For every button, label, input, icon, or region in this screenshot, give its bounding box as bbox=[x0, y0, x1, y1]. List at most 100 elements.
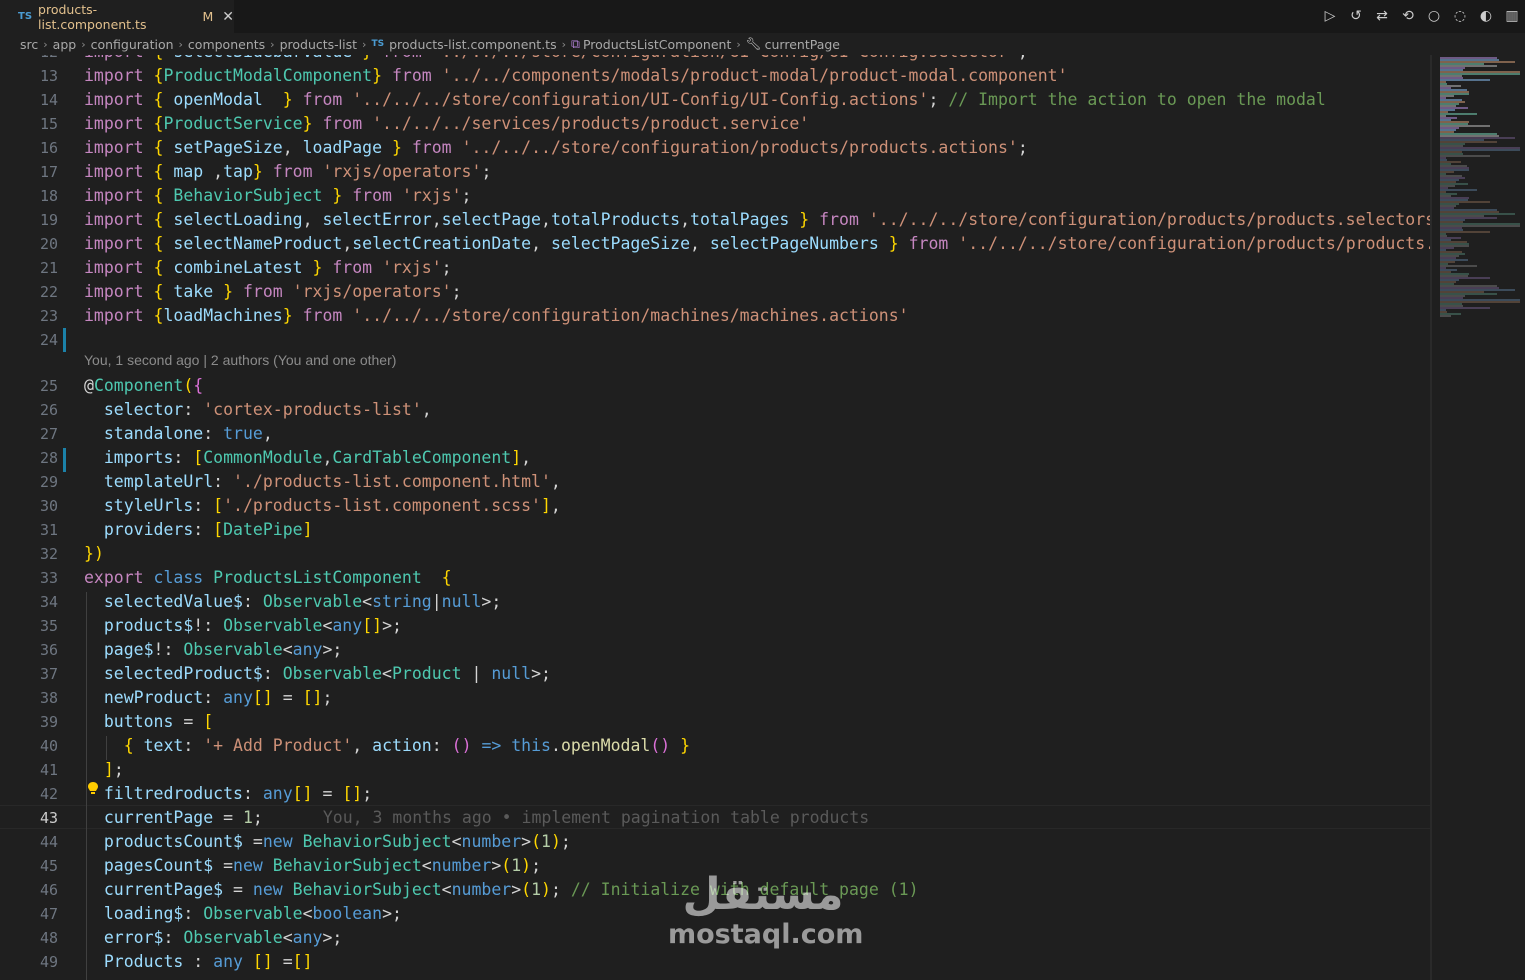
line-number: 48 bbox=[39, 929, 58, 947]
minimap-line bbox=[1440, 231, 1490, 233]
code-line[interactable]: 38 newProduct: any[] = []; bbox=[0, 686, 1432, 710]
line-number: 30 bbox=[39, 497, 58, 515]
chevron-right-icon: › bbox=[736, 37, 741, 51]
code-editor[interactable]: You, 1 second ago | 2 authors (You and o… bbox=[0, 55, 1432, 980]
line-number: 33 bbox=[39, 569, 58, 587]
close-tab-icon[interactable]: ✕ bbox=[222, 9, 234, 25]
line-number: 23 bbox=[39, 307, 58, 325]
code-text: standalone: true, bbox=[103, 424, 273, 443]
line-number: 21 bbox=[39, 259, 58, 277]
code-line[interactable]: 42 filtredroducts: any[] = []; bbox=[0, 782, 1432, 806]
tab-filename: products-list.component.ts bbox=[38, 1, 147, 32]
breadcrumb-class[interactable]: ProductsListComponent bbox=[583, 37, 731, 52]
code-line[interactable]: 22 import { take } from 'rxjs/operators'; bbox=[0, 280, 1432, 304]
code-line[interactable]: 15 import {ProductService} from '../../..… bbox=[0, 112, 1432, 136]
code-text: buttons = [ bbox=[103, 712, 214, 731]
code-text: @Component({ bbox=[84, 376, 204, 395]
code-line[interactable]: 27 standalone: true, bbox=[0, 422, 1432, 446]
code-line[interactable]: 26 selector: 'cortex-products-list', bbox=[0, 398, 1432, 422]
code-line[interactable]: 16 import { setPageSize, loadPage } from … bbox=[0, 136, 1432, 160]
code-text: { text: '+ Add Product', action: () => t… bbox=[123, 736, 691, 755]
code-line[interactable]: 43 currentPage = 1; You, 3 months ago • i… bbox=[0, 806, 1432, 830]
git-lens-icon[interactable]: ◐ bbox=[1477, 7, 1495, 25]
code-text: }) bbox=[84, 544, 104, 563]
timeline-icon[interactable]: ↺ bbox=[1347, 7, 1365, 25]
code-text: import {loadMachines} from '../../../sto… bbox=[84, 306, 909, 325]
code-line[interactable]: 40 { text: '+ Add Product', action: () =… bbox=[0, 734, 1432, 758]
code-line[interactable]: 36 page$!: Observable<any>; bbox=[0, 638, 1432, 662]
line-number: 45 bbox=[39, 857, 58, 875]
chevron-right-icon: › bbox=[81, 37, 86, 51]
line-number: 25 bbox=[39, 377, 58, 395]
line-number: 40 bbox=[39, 737, 58, 755]
editor-actions: ▷ ↺ ⇄ ⟲ ○ ◌ ◐ ▥ bbox=[1321, 7, 1521, 25]
run-icon[interactable]: ▷ bbox=[1321, 7, 1339, 25]
code-line[interactable]: 25 @Component({ bbox=[0, 374, 1432, 398]
breadcrumb-member[interactable]: currentPage bbox=[765, 37, 840, 52]
chevron-right-icon: › bbox=[43, 37, 48, 51]
breadcrumb-components[interactable]: components bbox=[188, 37, 265, 52]
line-number: 34 bbox=[39, 593, 58, 611]
code-line[interactable]: 12 import { selectSidebarValue } from '..… bbox=[0, 55, 1432, 64]
code-line[interactable]: 30 styleUrls: ['./products-list.componen… bbox=[0, 494, 1432, 518]
code-line[interactable]: 44 productsCount$ =new BehaviorSubject<n… bbox=[0, 830, 1432, 854]
line-number: 46 bbox=[39, 881, 58, 899]
code-line[interactable]: 39 buttons = [ bbox=[0, 710, 1432, 734]
chevron-right-icon: › bbox=[178, 37, 183, 51]
code-text: error$: Observable<any>; bbox=[103, 928, 343, 947]
code-line[interactable]: 28 imports: [CommonModule,CardTableCompo… bbox=[0, 446, 1432, 470]
tab-products-list-component[interactable]: TS products-list.component.ts M ✕ bbox=[0, 0, 234, 33]
code-text: import { map ,tap} from 'rxjs/operators'… bbox=[84, 162, 492, 181]
code-line[interactable]: 35 products$!: Observable<any[]>; bbox=[0, 614, 1432, 638]
minimap[interactable] bbox=[1432, 55, 1525, 980]
line-number: 28 bbox=[39, 449, 58, 467]
minimap-line bbox=[1440, 155, 1490, 157]
code-line[interactable]: 34 selectedValue$: Observable<string|nul… bbox=[0, 590, 1432, 614]
code-line[interactable]: 37 selectedProduct$: Observable<Product … bbox=[0, 662, 1432, 686]
inline-git-blame[interactable]: You, 3 months ago • implement pagination… bbox=[323, 808, 869, 827]
line-number: 44 bbox=[39, 833, 58, 851]
split-editor-icon[interactable]: ▥ bbox=[1503, 7, 1521, 25]
previous-change-icon[interactable]: ○ bbox=[1425, 7, 1443, 25]
code-text: import { combineLatest } from 'rxjs'; bbox=[84, 258, 452, 277]
code-line[interactable]: 19 import { selectLoading, selectError,se… bbox=[0, 208, 1432, 232]
code-line[interactable]: 20 import { selectNameProduct,selectCreat… bbox=[0, 232, 1432, 256]
code-text: providers: [DatePipe] bbox=[103, 520, 313, 539]
code-line[interactable]: 17 import { map ,tap} from 'rxjs/operator… bbox=[0, 160, 1432, 184]
breadcrumb-products-list[interactable]: products-list bbox=[280, 37, 357, 52]
code-text: products$!: Observable<any[]>; bbox=[103, 616, 402, 635]
code-text: import { selectLoading, selectError,sele… bbox=[84, 210, 1432, 229]
code-line[interactable]: 23 import {loadMachines} from '../../../s… bbox=[0, 304, 1432, 328]
revert-icon[interactable]: ⟲ bbox=[1399, 7, 1417, 25]
breadcrumb-app[interactable]: app bbox=[53, 37, 77, 52]
code-text: import {ProductService} from '../../../s… bbox=[84, 114, 810, 133]
code-text: selector: 'cortex-products-list', bbox=[103, 400, 432, 419]
line-number: 29 bbox=[39, 473, 58, 491]
code-line[interactable]: 24 bbox=[0, 328, 1432, 352]
code-text: import {ProductModalComponent} from '../… bbox=[84, 66, 1068, 85]
compare-changes-icon[interactable]: ⇄ bbox=[1373, 7, 1391, 25]
line-number: 19 bbox=[39, 211, 58, 229]
code-text: templateUrl: './products-list.component.… bbox=[103, 472, 561, 491]
code-line[interactable]: 18 import { BehaviorSubject } from 'rxjs'… bbox=[0, 184, 1432, 208]
code-line[interactable]: 41 ]; bbox=[0, 758, 1432, 782]
code-text: selectedProduct$: Observable<Product | n… bbox=[103, 664, 551, 683]
code-line[interactable]: 29 templateUrl: './products-list.compone… bbox=[0, 470, 1432, 494]
code-text: import { openModal } from '../../../stor… bbox=[84, 90, 1326, 109]
line-number: 49 bbox=[39, 953, 58, 971]
breadcrumb-src[interactable]: src bbox=[20, 37, 38, 52]
chevron-right-icon: › bbox=[561, 37, 567, 51]
breadcrumb-configuration[interactable]: configuration bbox=[91, 37, 174, 52]
code-line[interactable]: 31 providers: [DatePipe] bbox=[0, 518, 1432, 542]
code-line[interactable]: 14 import { openModal } from '../../../st… bbox=[0, 88, 1432, 112]
code-line[interactable]: 21 import { combineLatest } from 'rxjs'; bbox=[0, 256, 1432, 280]
typescript-file-icon: TS bbox=[371, 39, 385, 49]
git-blame-header[interactable]: You, 1 second ago | 2 authors (You and o… bbox=[84, 352, 396, 368]
next-change-icon[interactable]: ◌ bbox=[1451, 7, 1469, 25]
code-line[interactable]: 32}) bbox=[0, 542, 1432, 566]
line-number: 20 bbox=[39, 235, 58, 253]
code-text: selectedValue$: Observable<string|null>; bbox=[103, 592, 502, 611]
code-line[interactable]: 13 import {ProductModalComponent} from '.… bbox=[0, 64, 1432, 88]
breadcrumb-file[interactable]: products-list.component.ts bbox=[389, 37, 557, 52]
code-line[interactable]: 33 export class ProductsListComponent { bbox=[0, 566, 1432, 590]
